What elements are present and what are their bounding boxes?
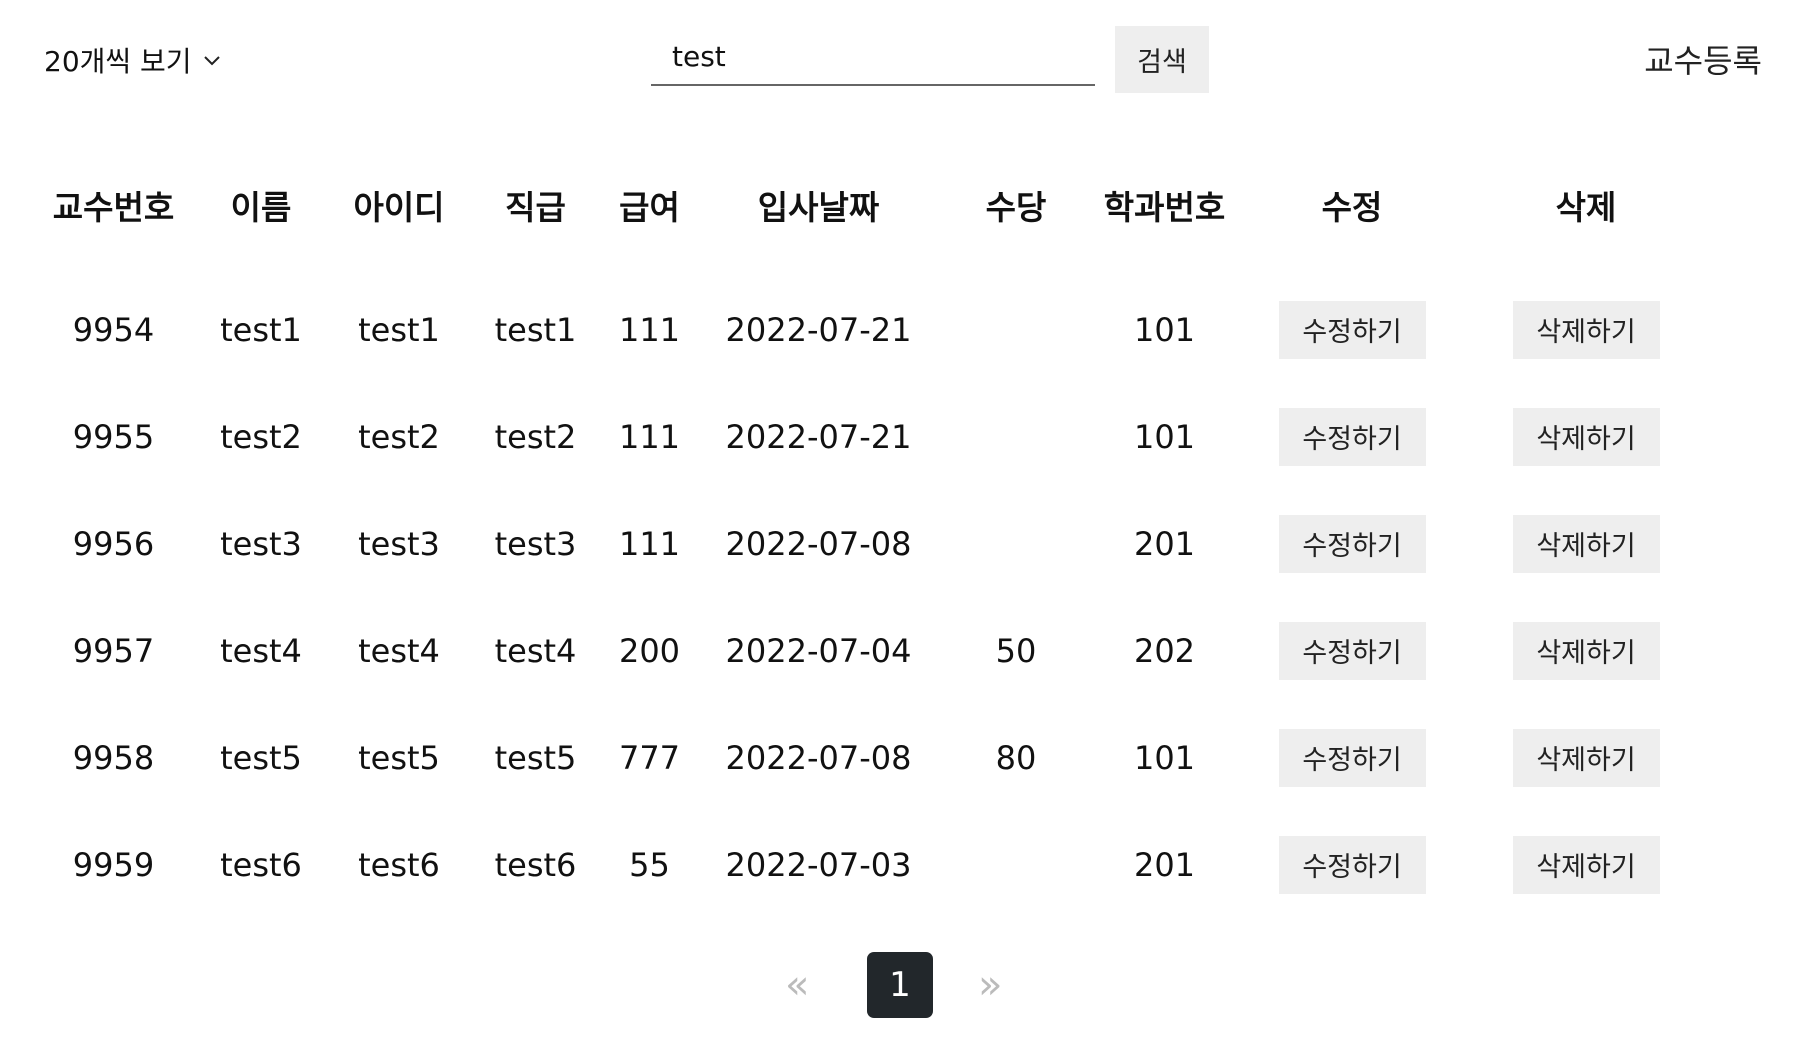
header-professor-no: 교수번호 — [52, 188, 175, 227]
cell-userid: test4 — [358, 631, 440, 670]
delete-cell: 삭제하기 — [1461, 407, 1711, 466]
header-hiredate: 입사날짜 — [757, 188, 880, 227]
cell-salary: 111 — [618, 310, 681, 349]
double-chevron-right-icon[interactable]: » — [978, 960, 1002, 1010]
delete-cell: 삭제하기 — [1461, 835, 1711, 894]
cell-position: test6 — [494, 845, 577, 884]
cell-userid: test2 — [358, 417, 440, 456]
professor-list-page: 20개씩 보기 검색 교수등록 교수번호 이름 아이디 직급 급여 입사날짜 수… — [0, 0, 1794, 1050]
cell-hiredate: 2022-07-08 — [725, 524, 912, 563]
edit-cell: 수정하기 — [1243, 621, 1461, 680]
cell-allowance: 50 — [995, 631, 1037, 670]
cell-name: test2 — [220, 417, 302, 456]
edit-button[interactable]: 수정하기 — [1278, 835, 1426, 894]
header-userid: 아이디 — [353, 188, 445, 227]
edit-cell: 수정하기 — [1243, 728, 1461, 787]
cell-professor-no: 9958 — [72, 738, 155, 777]
delete-button[interactable]: 삭제하기 — [1512, 621, 1660, 680]
edit-button[interactable]: 수정하기 — [1278, 300, 1426, 359]
table-body: 9954 test1 test1 test1 111 2022-07-21 10… — [40, 276, 1770, 918]
cell-salary: 111 — [618, 524, 681, 563]
header-position: 직급 — [505, 188, 566, 227]
cell-userid: test3 — [358, 524, 440, 563]
cell-userid: test5 — [358, 738, 440, 777]
edit-button[interactable]: 수정하기 — [1278, 728, 1426, 787]
edit-button[interactable]: 수정하기 — [1278, 514, 1426, 573]
cell-dept-no: 101 — [1133, 310, 1196, 349]
delete-button[interactable]: 삭제하기 — [1512, 728, 1660, 787]
cell-dept-no: 201 — [1133, 845, 1196, 884]
cell-professor-no: 9955 — [72, 417, 155, 456]
delete-button[interactable]: 삭제하기 — [1512, 514, 1660, 573]
delete-cell: 삭제하기 — [1461, 621, 1711, 680]
delete-cell: 삭제하기 — [1461, 514, 1711, 573]
cell-hiredate: 2022-07-21 — [725, 417, 912, 456]
per-page-dropdown[interactable]: 20개씩 보기 — [44, 38, 224, 82]
cell-professor-no: 9957 — [72, 631, 155, 670]
header-name: 이름 — [230, 188, 292, 227]
cell-name: test1 — [220, 310, 302, 349]
cell-allowance: 80 — [995, 738, 1037, 777]
cell-dept-no: 101 — [1133, 738, 1196, 777]
cell-dept-no: 202 — [1133, 631, 1196, 670]
cell-salary: 200 — [618, 631, 681, 670]
cell-professor-no: 9959 — [72, 845, 155, 884]
cell-position: test4 — [494, 631, 577, 670]
cell-hiredate: 2022-07-03 — [725, 845, 912, 884]
cell-professor-no: 9956 — [72, 524, 155, 563]
delete-button[interactable]: 삭제하기 — [1512, 300, 1660, 359]
pagination: « 1 » — [0, 952, 1794, 1018]
delete-button[interactable]: 삭제하기 — [1512, 407, 1660, 466]
cell-name: test5 — [220, 738, 302, 777]
cell-position: test5 — [494, 738, 577, 777]
cell-name: test4 — [220, 631, 302, 670]
cell-salary: 55 — [629, 845, 670, 884]
register-professor-link[interactable]: 교수등록 — [1644, 36, 1762, 82]
table-row: 9957 test4 test4 test4 200 2022-07-04 50… — [40, 597, 1770, 704]
header-allowance: 수당 — [985, 188, 1047, 227]
header-dept-no: 학과번호 — [1103, 188, 1226, 227]
cell-position: test1 — [494, 310, 577, 349]
edit-button[interactable]: 수정하기 — [1278, 621, 1426, 680]
cell-position: test3 — [494, 524, 577, 563]
edit-cell: 수정하기 — [1243, 514, 1461, 573]
cell-userid: test6 — [358, 845, 440, 884]
cell-name: test3 — [220, 524, 302, 563]
table-header-row: 교수번호 이름 아이디 직급 급여 입사날짜 수당 학과번호 수정 삭제 — [40, 150, 1770, 260]
page-button-current[interactable]: 1 — [867, 952, 933, 1018]
edit-cell: 수정하기 — [1243, 835, 1461, 894]
cell-userid: test1 — [358, 310, 440, 349]
edit-cell: 수정하기 — [1243, 300, 1461, 359]
header-edit: 수정 — [1321, 188, 1383, 227]
table-row: 9955 test2 test2 test2 111 2022-07-21 10… — [40, 383, 1770, 490]
delete-button[interactable]: 삭제하기 — [1512, 835, 1660, 894]
header-delete: 삭제 — [1555, 188, 1617, 227]
cell-dept-no: 101 — [1133, 417, 1196, 456]
delete-cell: 삭제하기 — [1461, 728, 1711, 787]
cell-hiredate: 2022-07-04 — [725, 631, 912, 670]
professor-table: 교수번호 이름 아이디 직급 급여 입사날짜 수당 학과번호 수정 삭제 995… — [40, 150, 1770, 918]
search-input[interactable] — [651, 28, 1095, 86]
chevron-down-icon — [202, 49, 224, 71]
cell-hiredate: 2022-07-08 — [725, 738, 912, 777]
per-page-label: 20개씩 보기 — [44, 45, 192, 78]
delete-cell: 삭제하기 — [1461, 300, 1711, 359]
table-row: 9958 test5 test5 test5 777 2022-07-08 80… — [40, 704, 1770, 811]
search-button[interactable]: 검색 — [1115, 26, 1209, 93]
cell-professor-no: 9954 — [72, 310, 155, 349]
cell-name: test6 — [220, 845, 302, 884]
cell-salary: 111 — [618, 417, 681, 456]
table-row: 9954 test1 test1 test1 111 2022-07-21 10… — [40, 276, 1770, 383]
table-row: 9956 test3 test3 test3 111 2022-07-08 20… — [40, 490, 1770, 597]
cell-dept-no: 201 — [1133, 524, 1196, 563]
edit-cell: 수정하기 — [1243, 407, 1461, 466]
header-salary: 급여 — [619, 188, 680, 227]
table-row: 9959 test6 test6 test6 55 2022-07-03 201… — [40, 811, 1770, 918]
cell-position: test2 — [494, 417, 577, 456]
edit-button[interactable]: 수정하기 — [1278, 407, 1426, 466]
cell-hiredate: 2022-07-21 — [725, 310, 912, 349]
cell-salary: 777 — [618, 738, 681, 777]
double-chevron-left-icon[interactable]: « — [785, 960, 809, 1010]
